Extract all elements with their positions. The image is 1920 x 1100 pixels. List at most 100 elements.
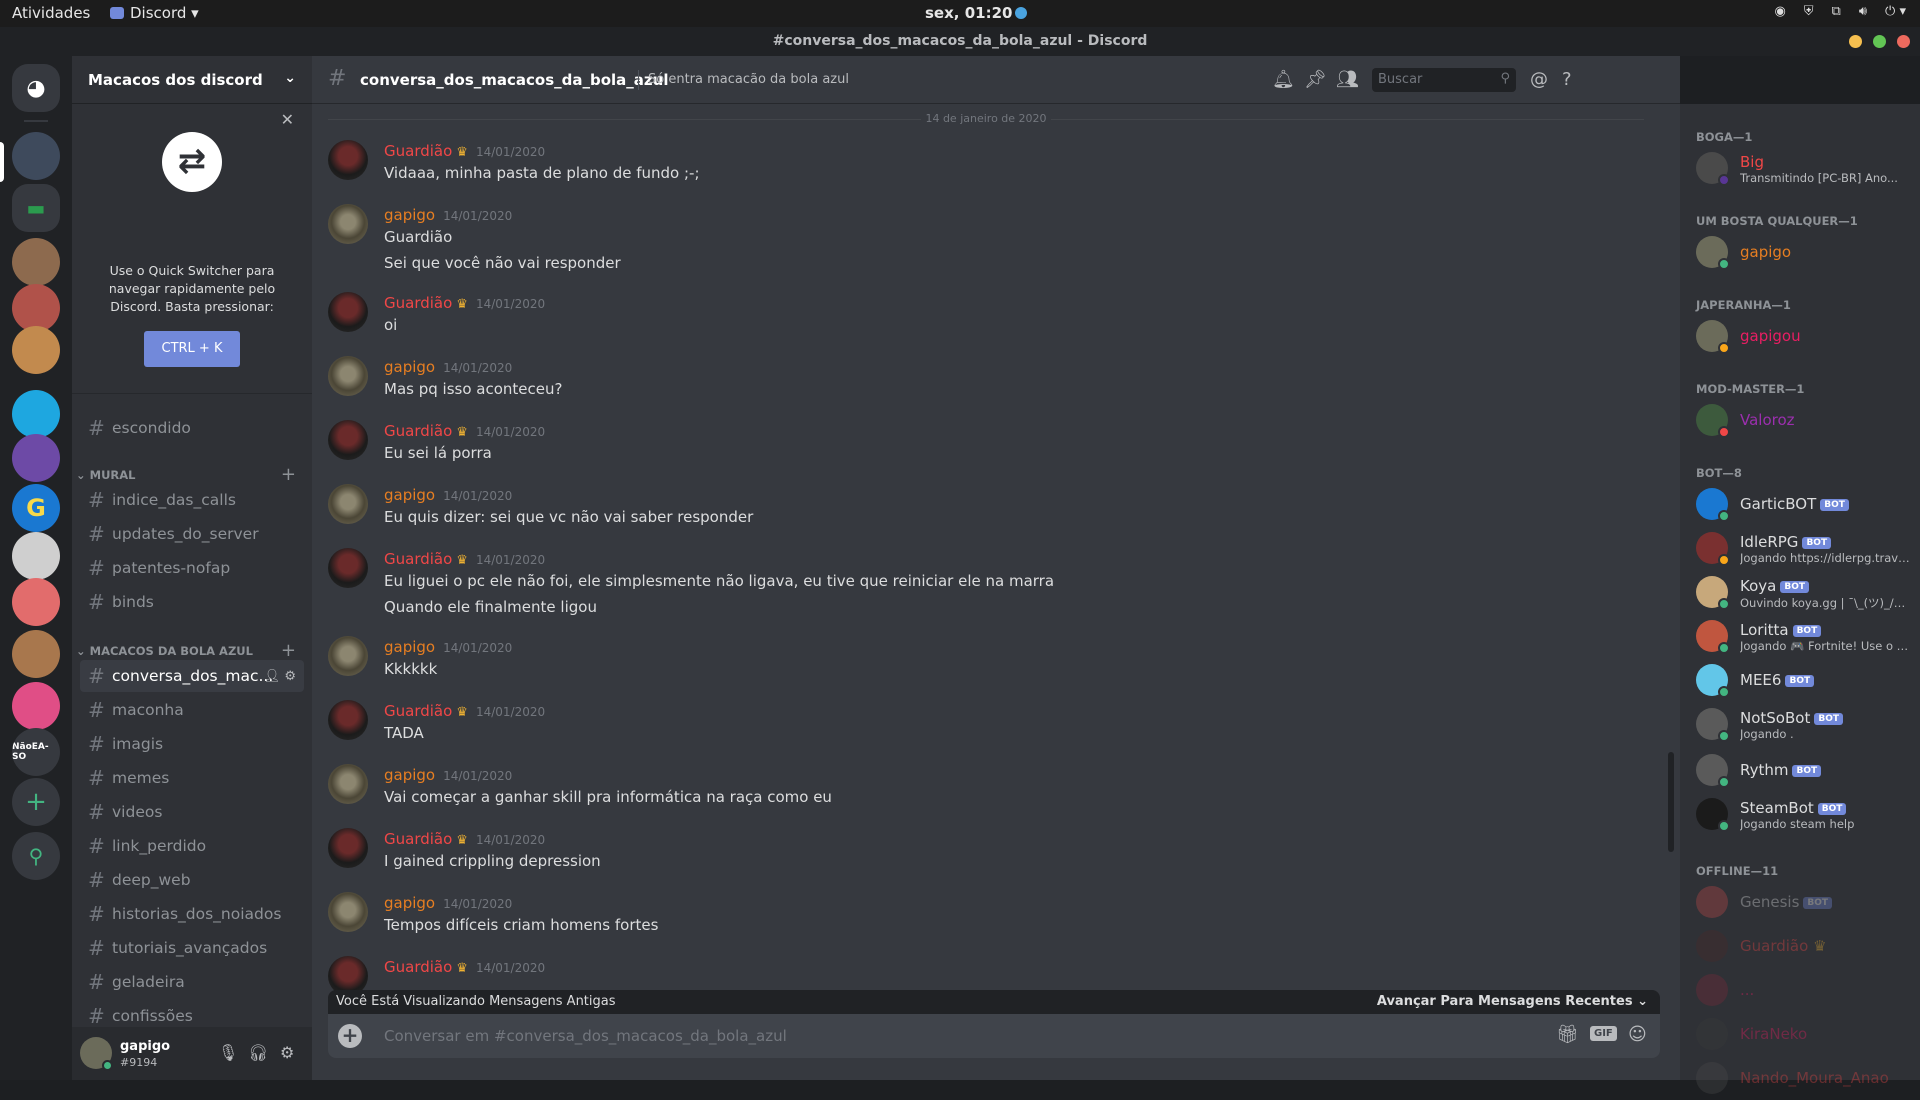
avatar[interactable] — [328, 204, 368, 244]
channel-item[interactable]: # geladeira — [80, 966, 304, 998]
author-name[interactable]: Guardião — [384, 142, 452, 160]
activities-button[interactable]: Atividades — [12, 4, 90, 22]
server-icon[interactable]: ▬ — [12, 184, 60, 232]
server-icon[interactable] — [12, 578, 60, 626]
avatar[interactable] — [328, 636, 368, 676]
add-channel-icon[interactable]: + — [281, 464, 296, 485]
chat-scrollbar[interactable] — [1667, 112, 1675, 982]
avatar[interactable] — [328, 892, 368, 932]
message-input[interactable]: Conversar em #conversa_dos_macacos_da_bo… — [384, 1027, 787, 1045]
bell-icon[interactable]: 🔔︎ — [1272, 69, 1295, 90]
channel-category[interactable]: ⌄ MURAL + — [72, 464, 312, 485]
maximize-button[interactable] — [1873, 35, 1886, 48]
gear-icon[interactable]: ⚙ — [284, 669, 296, 684]
minimize-button[interactable] — [1849, 35, 1862, 48]
channel-item[interactable]: # indice_das_calls — [80, 484, 304, 516]
pin-icon[interactable]: 📌︎ — [1304, 69, 1327, 90]
author-name[interactable]: gapigo — [384, 766, 435, 784]
avatar[interactable] — [328, 356, 368, 396]
member-item[interactable]: Genesis BOT — [1696, 882, 1912, 924]
member-item[interactable]: ... — [1696, 970, 1912, 1012]
scrollbar-thumb[interactable] — [1668, 752, 1674, 852]
channel-item[interactable]: # deep_web — [80, 864, 304, 896]
microphone-icon[interactable]: 🎙︎ — [218, 1043, 238, 1062]
server-icon[interactable] — [12, 682, 60, 730]
channel-item[interactable]: # historias_dos_noiados — [80, 898, 304, 930]
search-input[interactable]: Buscar ⚲ — [1372, 68, 1516, 92]
avatar[interactable] — [328, 764, 368, 804]
member-list-icon[interactable]: 👥︎ — [1336, 69, 1359, 90]
jump-to-present-button[interactable]: Avançar Para Mensagens Recentes ⌄ — [1377, 994, 1648, 1009]
channel-item[interactable]: # binds — [80, 586, 304, 618]
channel-item[interactable]: # patentes-nofap — [80, 552, 304, 584]
server-icon[interactable] — [12, 326, 60, 374]
server-icon[interactable] — [12, 132, 60, 180]
avatar[interactable] — [328, 420, 368, 460]
member-item[interactable]: Guardião ♛ — [1696, 926, 1912, 968]
invite-icon[interactable]: 👤︎ — [264, 669, 285, 684]
network-icon[interactable]: ⧉ — [1832, 4, 1841, 19]
emoji-icon[interactable]: ☺ — [1628, 1024, 1647, 1045]
quick-switcher-shortcut-button[interactable]: CTRL + K — [144, 331, 240, 367]
author-name[interactable]: gapigo — [384, 358, 435, 376]
author-name[interactable]: Guardião — [384, 830, 452, 848]
member-item[interactable]: GarticBOT BOT — [1696, 484, 1912, 526]
shield-tray-icon[interactable]: ⛨ — [1804, 4, 1814, 19]
channel-item[interactable]: # updates_do_server — [80, 518, 304, 550]
gif-button[interactable]: GIF — [1590, 1026, 1617, 1041]
author-name[interactable]: gapigo — [384, 486, 435, 504]
gift-icon[interactable]: 🎁︎ — [1556, 1024, 1579, 1045]
author-name[interactable]: gapigo — [384, 638, 435, 656]
member-item[interactable]: Valoroz — [1696, 400, 1912, 442]
server-icon[interactable] — [12, 532, 60, 580]
headphones-icon[interactable]: 🎧︎ — [248, 1043, 268, 1062]
close-window-button[interactable] — [1897, 35, 1910, 48]
avatar[interactable] — [328, 700, 368, 740]
author-name[interactable]: Guardião — [384, 422, 452, 440]
member-item[interactable]: Rythm BOT — [1696, 750, 1912, 792]
channel-item[interactable]: # maconha — [80, 694, 304, 726]
member-item[interactable]: KiraNeko — [1696, 1014, 1912, 1056]
server-icon[interactable] — [12, 284, 60, 332]
channel-item[interactable]: # memes — [80, 762, 304, 794]
author-name[interactable]: Guardião — [384, 958, 452, 976]
mention-icon[interactable]: @ — [1530, 69, 1548, 90]
member-item[interactable]: gapigo — [1696, 232, 1912, 274]
channel-item[interactable]: # imagis — [80, 728, 304, 760]
author-name[interactable]: Guardião — [384, 294, 452, 312]
avatar[interactable] — [328, 828, 368, 868]
member-item[interactable]: MEE6 BOT — [1696, 660, 1912, 702]
discord-tray-icon[interactable]: ◉ — [1774, 4, 1785, 19]
author-name[interactable]: Guardião — [384, 550, 452, 568]
channel-item[interactable]: # conversa_dos_mac... 👤︎ ⚙ — [80, 660, 304, 692]
author-name[interactable]: Guardião — [384, 702, 452, 720]
message-composer[interactable]: + Conversar em #conversa_dos_macacos_da_… — [328, 1014, 1660, 1058]
app-menu[interactable]: Discord ▾ — [110, 4, 199, 22]
member-item[interactable]: Loritta BOT Jogando 🎮 Fortnite! Use o có..… — [1696, 616, 1912, 658]
member-item[interactable]: IdleRPG BOT Jogando https://idlerpg.travit… — [1696, 528, 1912, 570]
add-channel-icon[interactable]: + — [281, 640, 296, 661]
help-icon[interactable]: ? — [1562, 69, 1572, 90]
channel-item[interactable]: # link_perdido — [80, 830, 304, 862]
avatar[interactable] — [328, 292, 368, 332]
avatar[interactable] — [328, 484, 368, 524]
avatar[interactable] — [328, 548, 368, 588]
server-icon[interactable] — [12, 390, 60, 438]
channel-item[interactable]: # escondido — [80, 412, 304, 444]
server-icon[interactable]: NãoEA-SO — [12, 728, 60, 776]
member-item[interactable]: NotSoBot BOT Jogando . — [1696, 704, 1912, 746]
server-header[interactable]: Macacos dos discord ⌄ — [72, 56, 312, 104]
author-name[interactable]: gapigo — [384, 206, 435, 224]
avatar[interactable] — [328, 140, 368, 180]
channel-category[interactable]: ⌄ MACACOS DA BOLA AZUL + — [72, 640, 312, 661]
channel-item[interactable]: # tutoriais_avançados — [80, 932, 304, 964]
server-icon[interactable] — [12, 238, 60, 286]
member-item[interactable]: SteamBot BOT Jogando steam help — [1696, 794, 1912, 836]
server-icon[interactable] — [12, 630, 60, 678]
member-item[interactable]: gapigou — [1696, 316, 1912, 358]
server-icon[interactable] — [12, 434, 60, 482]
member-item[interactable]: Koya BOT Ouvindo koya.gg | ¯\_(ツ)_/¯help — [1696, 572, 1912, 614]
member-item[interactable]: Big Transmitindo [PC-BR] Ano... — [1696, 148, 1912, 190]
upload-plus-icon[interactable]: + — [338, 1024, 362, 1048]
clock[interactable]: sex, 01:20 — [925, 4, 1028, 22]
